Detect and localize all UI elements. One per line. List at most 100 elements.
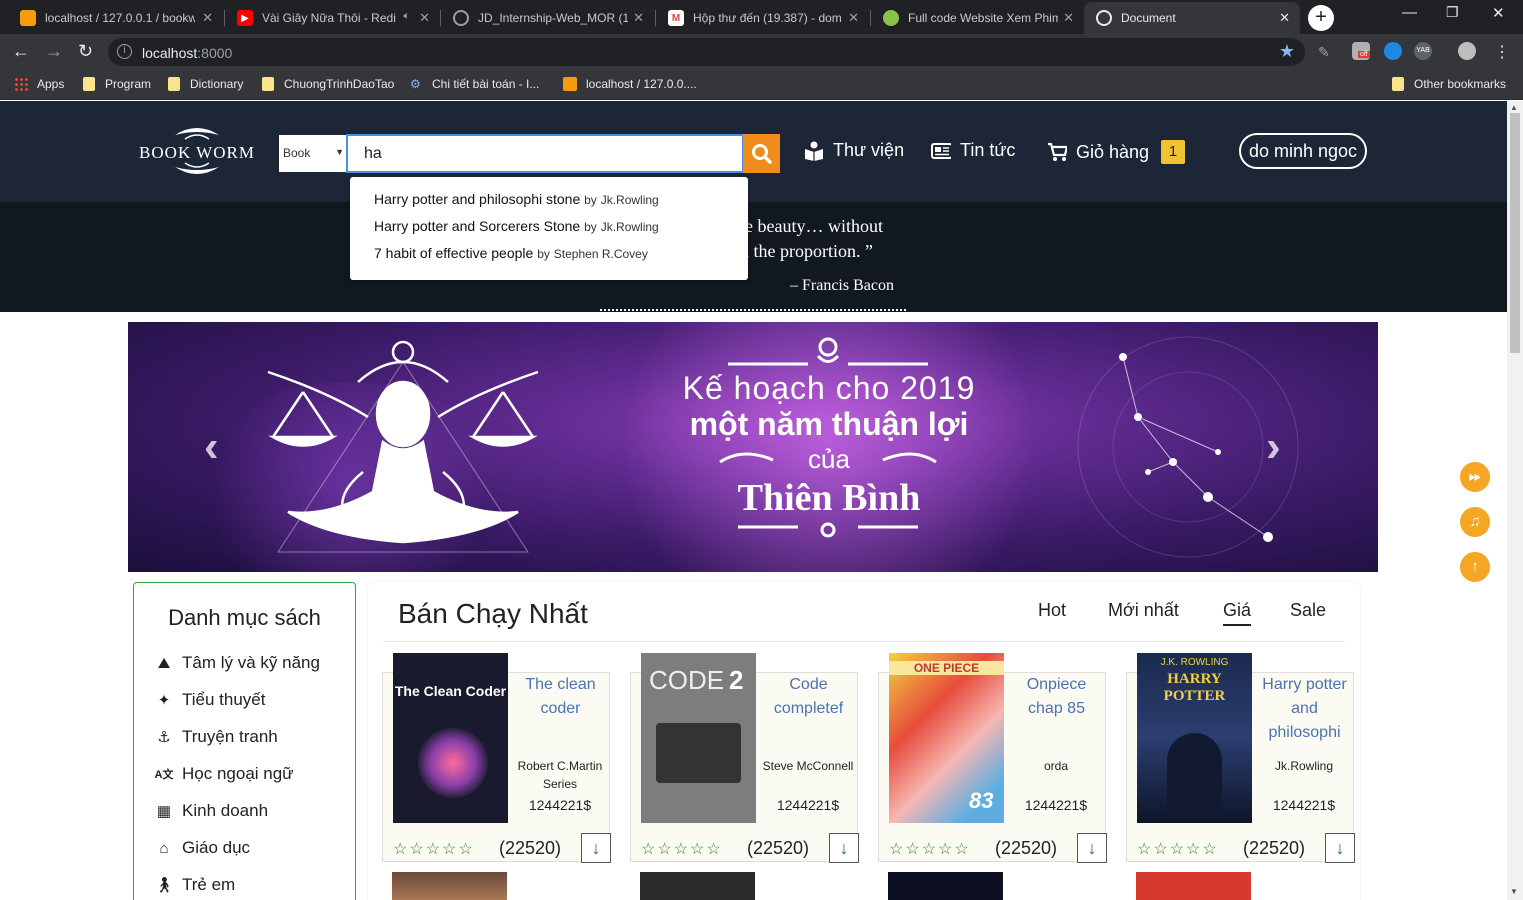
category-language[interactable]: A文 Học ngoại ngữ — [154, 764, 294, 784]
nebula-art — [418, 728, 488, 798]
bookmark-label: Program — [105, 77, 152, 91]
rating-stars[interactable]: ☆☆☆☆☆ — [1137, 839, 1219, 859]
tab-hot[interactable]: Hot — [1038, 600, 1066, 621]
browser-tab[interactable]: M Hộp thư đến (19.387) - dom ✕ — [656, 2, 869, 34]
profile-avatar[interactable] — [1458, 42, 1476, 60]
carousel-next-icon[interactable]: › — [1266, 422, 1281, 472]
nav-library[interactable]: Thư viện — [804, 140, 904, 161]
book-cover-partial[interactable] — [1136, 872, 1251, 900]
book-cover[interactable]: ONE PIECE 83 — [889, 653, 1004, 823]
category-business[interactable]: ▦ Kinh doanh — [154, 801, 268, 821]
category-comics[interactable]: ⚓︎ Truyện tranh — [154, 727, 277, 747]
close-icon[interactable]: ✕ — [633, 10, 644, 26]
yab-icon[interactable]: YAB — [1414, 42, 1432, 60]
category-label: Học ngoại ngữ — [182, 764, 294, 783]
quote-text: te beauty… without n the proportion. ” — [740, 214, 910, 264]
music-icon[interactable]: ♫ — [1460, 507, 1490, 537]
book-cover[interactable]: J.K. ROWLING HARRY POTTER — [1137, 653, 1252, 823]
product-price: 1244221$ — [1024, 797, 1088, 813]
rating-stars[interactable]: ☆☆☆☆☆ — [641, 839, 723, 859]
product-card[interactable]: The Clean Coder The clean coder Robert C… — [382, 653, 611, 863]
download-icon[interactable]: ↓ — [1325, 833, 1355, 863]
rating-stars[interactable]: ☆☆☆☆☆ — [393, 839, 475, 859]
product-title[interactable]: Code completef — [761, 673, 856, 721]
nav-cart[interactable]: Giỏ hàng 1 — [1047, 140, 1186, 164]
suggestion-item[interactable]: Harry potter and philosophi stone by Jk.… — [374, 191, 748, 218]
browser-tab[interactable]: localhost / 127.0.0.1 / bookw ✕ — [8, 2, 223, 34]
window-close-icon[interactable]: ✕ — [1492, 4, 1505, 22]
book-cover[interactable]: The Clean Coder — [393, 653, 508, 823]
adblock-icon[interactable]: off — [1352, 42, 1370, 60]
browser-tab[interactable]: JD_Internship-Web_MOR (1) ✕ — [441, 2, 654, 34]
product-title[interactable]: Onpiece chap 85 — [1009, 673, 1104, 721]
reload-icon[interactable]: ↻ — [78, 41, 93, 62]
category-education[interactable]: ⌂ Giáo dục — [154, 838, 250, 858]
category-children[interactable]: 🚶︎ Trẻ em — [154, 875, 235, 895]
download-icon[interactable]: ↓ — [1077, 833, 1107, 863]
minimize-icon[interactable]: — — [1402, 4, 1417, 21]
download-icon[interactable]: ↓ — [581, 833, 611, 863]
close-icon[interactable]: ✕ — [419, 10, 430, 26]
close-icon[interactable]: ✕ — [1063, 10, 1074, 26]
suggestion-item[interactable]: 7 habit of effective people by Stephen R… — [374, 245, 748, 272]
carousel-prev-icon[interactable]: ‹ — [204, 422, 219, 472]
tab-sale[interactable]: Sale — [1290, 600, 1326, 621]
category-novel[interactable]: ✦ Tiểu thuyết — [154, 690, 266, 710]
drop-icon[interactable] — [1384, 42, 1402, 60]
hero-carousel[interactable]: Kế hoạch cho 2019 một năm thuận lợi của … — [128, 322, 1378, 572]
browser-tab[interactable]: ▶ Vài Giây Nữa Thôi - Redi 🔈︎ ✕ — [225, 2, 440, 34]
book-cover-partial[interactable] — [888, 872, 1003, 900]
product-card[interactable]: CODE 2 Code completef Steve McConnell 12… — [630, 653, 859, 863]
bookmark-other[interactable]: Other bookmarks — [1392, 77, 1506, 91]
maximize-icon[interactable]: ❐ — [1446, 4, 1459, 21]
logo[interactable]: BOOK WORM — [130, 121, 264, 181]
address-bar[interactable]: i localhost:8000 ★ — [108, 38, 1305, 66]
rating-count: (22520) — [499, 838, 562, 858]
suggestion-item[interactable]: Harry potter and Sorcerers Stone by Jk.R… — [374, 218, 748, 245]
close-icon[interactable]: ✕ — [202, 10, 213, 26]
book-cover-partial[interactable] — [640, 872, 755, 900]
scrollbar-thumb[interactable] — [1510, 113, 1520, 353]
institution-icon: ⌂ — [159, 839, 169, 857]
audio-icon[interactable]: 🔈︎ — [403, 10, 410, 23]
back-icon[interactable]: ← — [12, 41, 30, 62]
bookmark-folder[interactable]: ChuongTrinhDaoTao — [262, 77, 394, 91]
close-icon[interactable]: ✕ — [1279, 10, 1290, 26]
menu-kebab-icon[interactable]: ⋮ — [1494, 42, 1512, 61]
product-card[interactable]: J.K. ROWLING HARRY POTTER Harry potter a… — [1126, 653, 1355, 863]
eyedropper-icon[interactable]: ✎ — [1318, 44, 1336, 62]
scroll-top-icon[interactable]: ↑ — [1460, 552, 1490, 582]
product-title[interactable]: Harry potter and philosophi — [1257, 673, 1352, 745]
bookmark-apps[interactable]: Apps — [14, 77, 64, 91]
tab-newest[interactable]: Mới nhất — [1108, 600, 1179, 621]
product-card[interactable]: ONE PIECE 83 Onpiece chap 85 orda 124422… — [878, 653, 1107, 863]
close-icon[interactable]: ✕ — [848, 10, 859, 26]
bookmark-folder[interactable]: Dictionary — [168, 77, 243, 91]
rating-stars[interactable]: ☆☆☆☆☆ — [889, 839, 971, 859]
book-cover-partial[interactable] — [392, 872, 507, 900]
bookmark-link[interactable]: localhost / 127.0.0.... — [563, 77, 697, 91]
bookmark-star-icon[interactable]: ★ — [1279, 41, 1295, 62]
bookmark-link[interactable]: ⚙ Chi tiết bài toán - I... — [410, 77, 539, 91]
scroll-down-icon[interactable]: ▼ — [1510, 887, 1518, 896]
new-tab-button[interactable]: + — [1308, 5, 1334, 31]
search-input[interactable] — [346, 134, 744, 173]
nav-news[interactable]: Tin tức — [931, 140, 1015, 161]
page-scrollbar[interactable]: ▲ ▼ — [1507, 101, 1523, 900]
fast-forward-icon[interactable]: ⏩︎ — [1460, 462, 1490, 492]
forward-icon[interactable]: → — [45, 41, 63, 62]
category-psychology[interactable]: ⛰ Tâm lý và kỹ năng — [154, 653, 320, 673]
book-cover[interactable]: CODE 2 — [641, 653, 756, 823]
user-account-button[interactable]: do minh ngoc — [1239, 133, 1367, 169]
product-title[interactable]: The clean coder — [513, 673, 608, 721]
scroll-up-icon[interactable]: ▲ — [1510, 103, 1518, 112]
tab-price[interactable]: Giá — [1223, 600, 1252, 626]
browser-tab[interactable]: Full code Website Xem Phim ✕ — [871, 2, 1084, 34]
search-button[interactable] — [743, 134, 780, 173]
bookmark-folder[interactable]: Program — [83, 77, 151, 91]
search-type-select[interactable]: Book ▼ — [279, 135, 346, 172]
info-icon[interactable]: i — [117, 44, 132, 59]
browser-tab-active[interactable]: Document ✕ — [1084, 2, 1300, 34]
download-icon[interactable]: ↓ — [829, 833, 859, 863]
cart-count-badge: 1 — [1161, 140, 1186, 164]
